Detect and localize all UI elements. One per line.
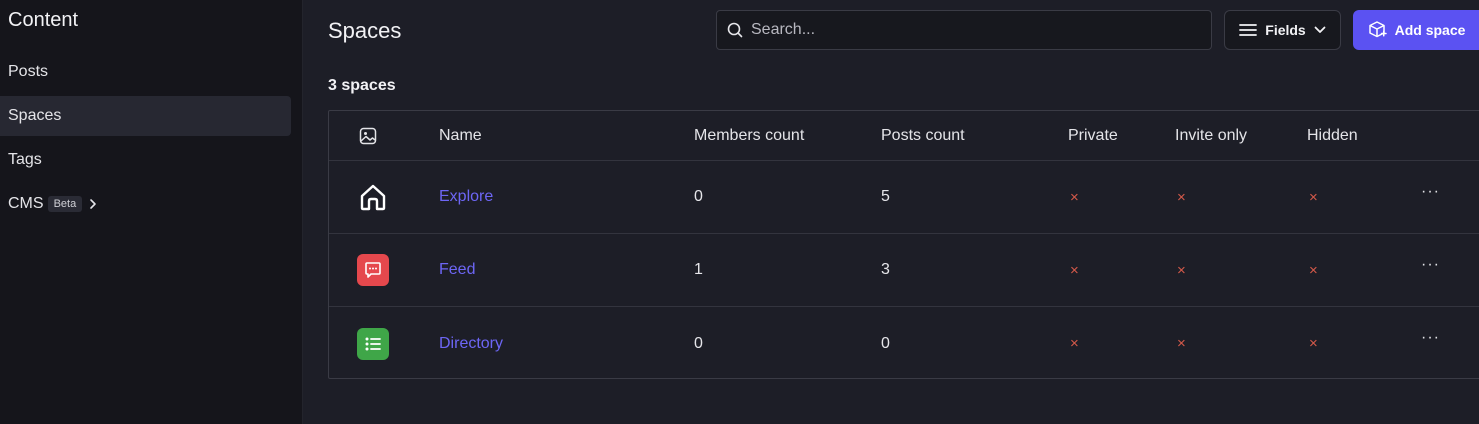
- invite-only-false-mark: ×: [1177, 261, 1186, 279]
- home-icon: [357, 161, 389, 233]
- spaces-table: Name Members count Posts count Private I…: [328, 110, 1479, 379]
- more-actions-button[interactable]: ···: [1421, 307, 1440, 380]
- cube-plus-icon: [1367, 20, 1387, 40]
- column-header-members[interactable]: Members count: [694, 111, 804, 160]
- table-row[interactable]: Feed 1 3 × × × ···: [329, 234, 1479, 307]
- members-count: 0: [694, 188, 703, 205]
- search-box[interactable]: [716, 10, 1212, 50]
- members-count: 1: [694, 261, 703, 278]
- hidden-false-mark: ×: [1309, 261, 1318, 279]
- private-false-mark: ×: [1070, 261, 1079, 279]
- page-title: Spaces: [328, 18, 402, 43]
- chevron-down-icon: [1314, 26, 1326, 34]
- column-header-invite-only[interactable]: Invite only: [1175, 111, 1247, 160]
- sidebar-item-spaces[interactable]: Spaces: [0, 96, 291, 136]
- sidebar-item-posts[interactable]: Posts: [0, 52, 291, 92]
- private-false-mark: ×: [1070, 188, 1079, 206]
- sidebar-item-label: CMS: [8, 195, 44, 212]
- hidden-false-mark: ×: [1309, 335, 1318, 352]
- invite-only-false-mark: ×: [1177, 335, 1186, 352]
- posts-count: 3: [881, 261, 890, 278]
- table-row[interactable]: Explore 0 5 × × × ···: [329, 161, 1479, 234]
- column-header-private[interactable]: Private: [1068, 111, 1118, 160]
- more-actions-button[interactable]: ···: [1421, 161, 1440, 233]
- add-space-button[interactable]: Add space: [1353, 10, 1479, 50]
- table-row[interactable]: Directory 0 0 × × × ···: [329, 307, 1479, 380]
- fields-label: Fields: [1265, 22, 1306, 38]
- space-name-link[interactable]: Directory: [439, 307, 503, 380]
- posts-count: 5: [881, 188, 890, 205]
- chat-icon-cell: [357, 234, 389, 306]
- sidebar-item-label: Tags: [8, 151, 42, 168]
- sidebar-item-cms[interactable]: CMS Beta: [0, 184, 291, 224]
- private-false-mark: ×: [1070, 335, 1079, 352]
- beta-badge: Beta: [47, 196, 83, 212]
- space-name-link[interactable]: Feed: [439, 234, 475, 306]
- members-count: 0: [694, 334, 703, 352]
- invite-only-false-mark: ×: [1177, 188, 1186, 206]
- sidebar-item-label: Posts: [8, 63, 49, 80]
- list-icon-cell: [357, 307, 389, 380]
- column-header-posts[interactable]: Posts count: [881, 111, 965, 160]
- menu-icon: [1239, 23, 1258, 37]
- sidebar: Content Posts Spaces Tags CMS Beta: [0, 0, 303, 424]
- add-space-label: Add space: [1394, 22, 1466, 38]
- hidden-false-mark: ×: [1309, 188, 1318, 206]
- list-icon: [357, 327, 389, 360]
- column-header-name[interactable]: Name: [439, 111, 482, 160]
- search-input[interactable]: [751, 21, 1211, 39]
- table-header: Name Members count Posts count Private I…: [329, 111, 1479, 161]
- space-name-link[interactable]: Explore: [439, 161, 493, 233]
- sidebar-item-label: Spaces: [8, 107, 62, 124]
- image-icon: [359, 111, 377, 160]
- chevron-right-icon: [88, 198, 98, 210]
- sidebar-title: Content: [8, 9, 79, 31]
- sidebar-item-tags[interactable]: Tags: [0, 140, 291, 180]
- posts-count: 0: [881, 334, 890, 352]
- chat-icon: [357, 254, 389, 286]
- more-actions-button[interactable]: ···: [1421, 234, 1440, 306]
- spaces-count: 3 spaces: [328, 77, 396, 94]
- fields-button[interactable]: Fields: [1224, 10, 1341, 50]
- search-icon: [727, 22, 743, 38]
- column-header-hidden[interactable]: Hidden: [1307, 111, 1358, 160]
